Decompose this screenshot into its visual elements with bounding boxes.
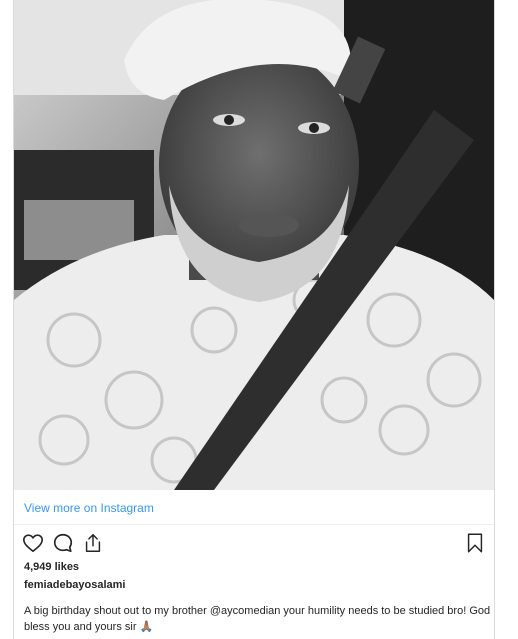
instagram-embed-card: View more on Instagram 4,949 likes femia… — [13, 0, 495, 639]
share-icon[interactable] — [82, 532, 104, 554]
post-photo-image — [14, 0, 494, 490]
post-photo[interactable] — [14, 0, 494, 490]
comment-icon[interactable] — [52, 532, 74, 554]
action-bar — [22, 532, 486, 554]
caption-mention-link[interactable]: @aycomedian — [210, 605, 280, 617]
view-more-on-instagram-link[interactable]: View more on Instagram — [24, 501, 154, 515]
post-caption: A big birthday shout out to my brother @… — [24, 603, 494, 635]
heart-icon[interactable] — [22, 532, 44, 554]
caption-text-start: A big birthday shout out to my brother — [24, 605, 210, 617]
divider — [14, 524, 494, 525]
bookmark-icon[interactable] — [464, 532, 486, 554]
post-username[interactable]: femiadebayosalami — [24, 579, 126, 591]
likes-count[interactable]: 4,949 likes — [24, 561, 79, 573]
